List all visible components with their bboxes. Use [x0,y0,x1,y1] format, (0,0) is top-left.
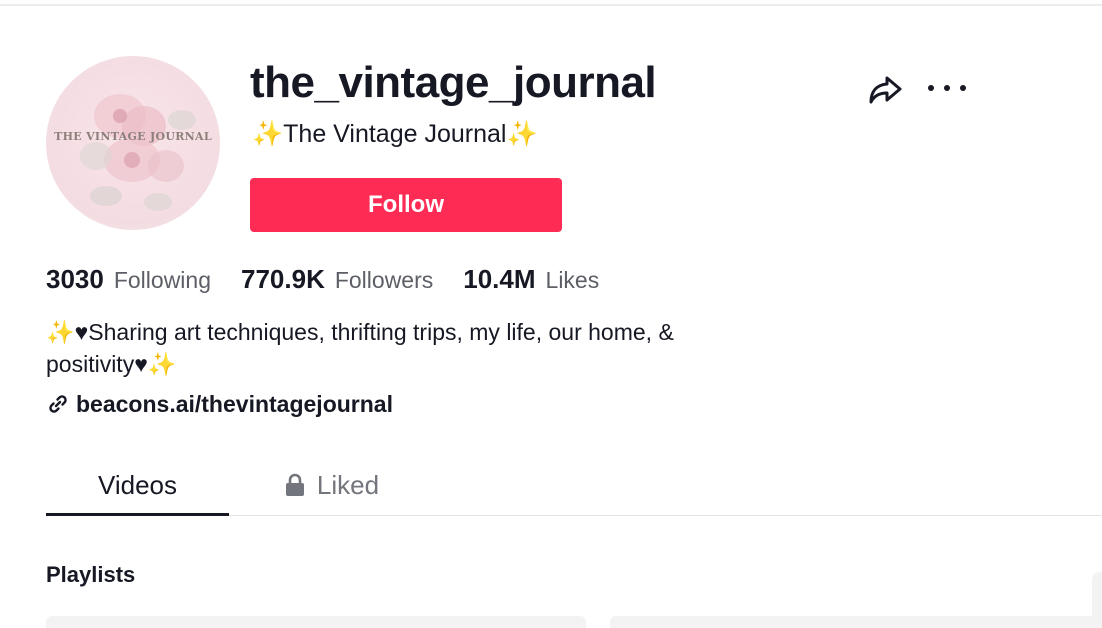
followers-label: Followers [334,267,434,293]
profile-stats: 3030 Following 770.9K Followers 10.4M Li… [46,264,629,304]
likes-count: 10.4M [463,264,536,294]
followers-stat[interactable]: 770.9K Followers [241,264,433,295]
following-count: 3030 [46,264,104,294]
link-icon [49,395,67,413]
avatar-logo-text: THE VINTAGE JOURNAL [54,130,212,143]
playlists-title: Playlists [46,562,136,587]
bio-link-text[interactable]: beacons.ai/thevintagejournal [76,391,393,418]
following-stat[interactable]: 3030 Following [46,264,211,295]
dot [960,85,966,91]
playlist-card[interactable] [46,616,586,628]
avatar[interactable]: THE VINTAGE JOURNAL [46,56,220,230]
dot [944,85,950,91]
avatar-floral-image [80,94,196,211]
following-label: Following [113,267,211,293]
profile-username: the_vintage_journal [250,58,657,107]
dot [928,85,934,91]
likes-label: Likes [545,267,600,293]
scrollbar[interactable] [1092,572,1102,628]
profile-tabs: Videos Liked [46,454,1102,516]
tab-liked[interactable]: Liked [256,454,406,516]
profile-nickname: ✨The Vintage Journal✨ [252,120,538,149]
tab-videos[interactable]: Videos [46,454,229,516]
share-icon[interactable] [866,70,904,108]
lock-icon [285,473,304,496]
sparkle-icon: ✨ [252,120,284,148]
tab-videos-label: Videos [97,469,178,500]
follow-button[interactable]: Follow [250,178,562,232]
active-tab-indicator [46,513,229,516]
nickname-text: The Vintage Journal [283,120,507,148]
likes-stat: 10.4M Likes [463,264,599,295]
top-divider [0,4,1102,6]
tab-liked-label: Liked [316,469,380,500]
more-options-icon[interactable] [928,76,966,100]
bio-link[interactable]: beacons.ai/thevintagejournal [46,388,393,420]
playlist-card[interactable] [610,616,1102,628]
profile-bio: ✨♥Sharing art techniques, thrifting trip… [46,319,674,377]
sparkle-icon: ✨ [506,120,538,148]
followers-count: 770.9K [241,264,325,294]
